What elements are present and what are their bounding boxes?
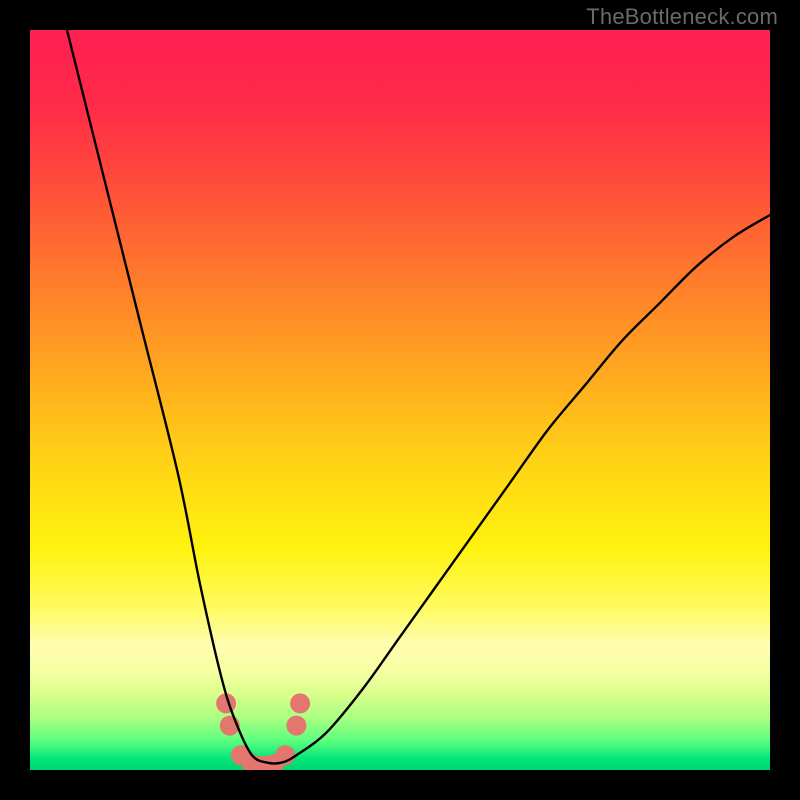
- bottleneck-curve: [67, 30, 770, 764]
- dip-dot: [286, 716, 306, 736]
- chart-frame: TheBottleneck.com: [0, 0, 800, 800]
- watermark-text: TheBottleneck.com: [586, 4, 778, 30]
- dip-dot: [290, 693, 310, 713]
- plot-area: [30, 30, 770, 770]
- curve-layer: [30, 30, 770, 770]
